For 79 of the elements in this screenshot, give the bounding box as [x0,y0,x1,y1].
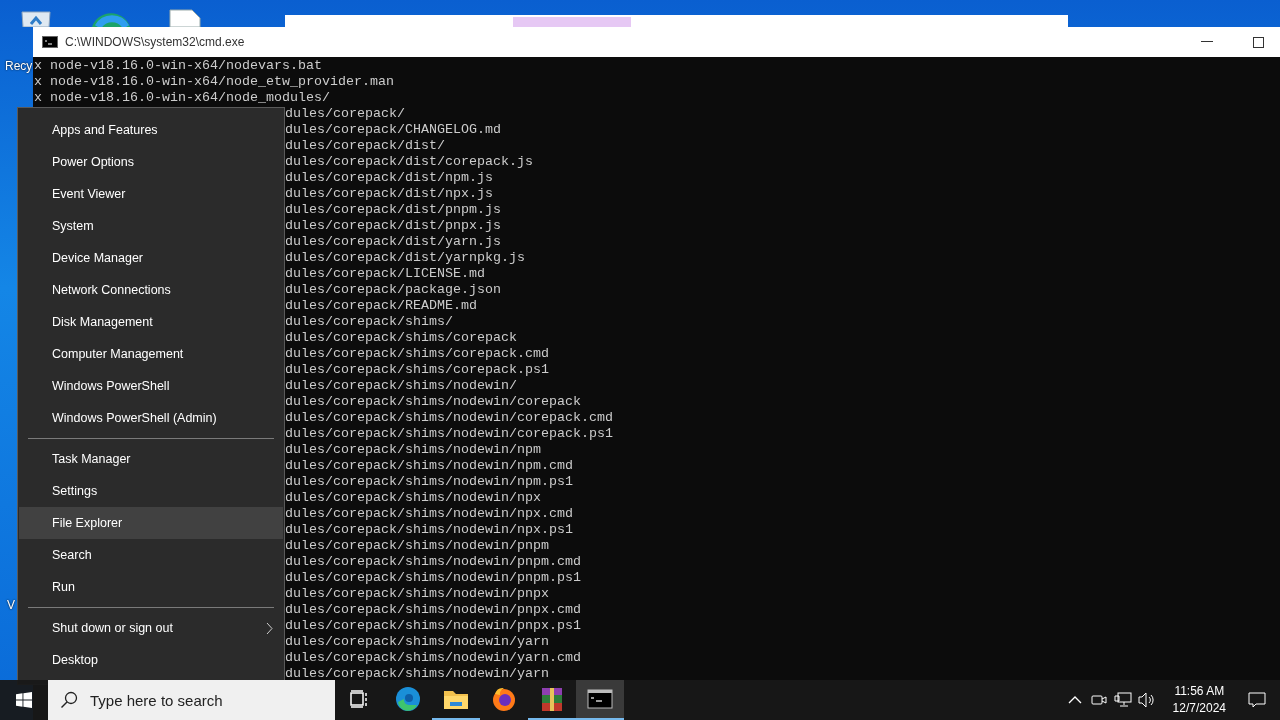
console-line: dules/corepack/dist/pnpx.js [285,218,501,234]
console-line: dules/corepack/shims/nodewin/ [285,378,517,394]
console-line: dules/corepack/ [285,106,405,122]
menu-item[interactable]: System [19,210,283,242]
console-line: dules/corepack/shims/nodewin/npm [285,442,541,458]
console-line: dules/corepack/dist/corepack.js [285,154,533,170]
notification-icon[interactable] [1248,692,1266,708]
terminal-icon[interactable] [587,689,613,709]
menu-item[interactable]: Power Options [19,146,283,178]
menu-item[interactable]: Windows PowerShell (Admin) [19,402,283,434]
console-line: dules/corepack/dist/yarn.js [285,234,501,250]
console-line: dules/corepack/shims/corepack.ps1 [285,362,549,378]
windows-logo-icon[interactable] [16,692,32,708]
console-line: dules/corepack/shims/nodewin/npx.ps1 [285,522,573,538]
menu-item[interactable]: Network Connections [19,274,283,306]
menu-item[interactable]: Run [19,571,283,603]
edge-icon[interactable] [395,686,421,712]
console-line: dules/corepack/shims/nodewin/npx.cmd [285,506,573,522]
console-line: dules/corepack/shims/nodewin/pnpm [285,538,549,554]
console-line: dules/corepack/shims/nodewin/pnpx.cmd [285,602,581,618]
taskbar-button[interactable] [576,680,624,720]
console-line: dules/corepack/dist/npm.js [285,170,493,186]
menu-item[interactable]: Shut down or sign out [19,612,283,644]
console-line: dules/corepack/shims/nodewin/npx [285,490,541,506]
console-line: dules/corepack/shims/nodewin/npm.ps1 [285,474,573,490]
folder-icon[interactable] [443,688,469,710]
maximize-icon[interactable] [1252,36,1264,48]
menu-item[interactable]: Desktop [19,644,283,676]
console-line: dules/corepack/shims/ [285,314,453,330]
console-line: dules/corepack/dist/yarnpkg.js [285,250,525,266]
console-line: dules/corepack/README.md [285,298,477,314]
console-line: dules/corepack/dist/npx.js [285,186,493,202]
console-line: x node-v18.16.0-win-x64/nodevars.bat [34,58,322,74]
console-line: dules/corepack/CHANGELOG.md [285,122,501,138]
volume-icon[interactable] [1137,692,1156,708]
console-line: dules/corepack/shims/nodewin/pnpx [285,586,549,602]
menu-item[interactable]: Windows PowerShell [19,370,283,402]
console-line: dules/corepack/shims/nodewin/yarn [285,666,549,682]
menu-item[interactable]: Apps and Features [19,114,283,146]
network-icon[interactable] [1113,692,1132,708]
menu-item[interactable]: Settings [19,475,283,507]
minimize-icon[interactable] [1201,41,1213,43]
search-placeholder: Type here to search [90,691,223,709]
task-view-icon[interactable] [350,690,370,708]
console-line: dules/corepack/shims/nodewin/pnpm.ps1 [285,570,581,586]
console-line: x node-v18.16.0-win-x64/node_modules/ [34,90,330,106]
clock[interactable]: 11:56 AM 12/7/2024 [1164,683,1234,717]
console-line: dules/corepack/shims/nodewin/yarn.cmd [285,650,581,666]
console-line: dules/corepack/shims/nodewin/corepack.cmd [285,410,613,426]
menu-item[interactable]: Search [19,539,283,571]
search-icon [60,691,78,709]
firefox-icon[interactable] [491,686,517,712]
desktop-icon-label[interactable]: Recy [5,59,33,73]
console-line: dules/corepack/shims/nodewin/yarn [285,634,549,650]
console-line: dules/corepack/dist/pnpm.js [285,202,501,218]
archive-icon[interactable] [540,686,564,712]
search-field[interactable]: Type here to search [48,680,335,720]
console-line: dules/corepack/dist/ [285,138,445,154]
console-line: dules/corepack/shims/corepack.cmd [285,346,549,362]
console-line: dules/corepack/shims/nodewin/npm.cmd [285,458,573,474]
menu-item[interactable]: Device Manager [19,242,283,274]
menu-item[interactable]: File Explorer [19,507,283,539]
desktop-icon-label[interactable]: V [0,598,15,612]
chevron-up-icon[interactable] [1067,696,1082,704]
menu-item[interactable]: Task Manager [19,443,283,475]
terminal-icon [42,36,58,48]
console-line: dules/corepack/LICENSE.md [285,266,485,282]
console-line: dules/corepack/shims/nodewin/corepack.ps1 [285,426,613,442]
console-line: dules/corepack/package.json [285,282,501,298]
console-line: dules/corepack/shims/nodewin/pnpm.cmd [285,554,581,570]
menu-item[interactable]: Event Viewer [19,178,283,210]
video-camera-icon[interactable] [1090,692,1107,708]
console-line: dules/corepack/shims/corepack [285,330,517,346]
menu-item[interactable]: Disk Management [19,306,283,338]
window-title: C:\WINDOWS\system32\cmd.exe [65,35,246,49]
menu-item[interactable]: Computer Management [19,338,283,370]
console-line: dules/corepack/shims/nodewin/pnpx.ps1 [285,618,581,634]
console-line: dules/corepack/shims/nodewin/corepack [285,394,581,410]
console-line: x node-v18.16.0-win-x64/node_etw_provider.man [34,74,394,90]
